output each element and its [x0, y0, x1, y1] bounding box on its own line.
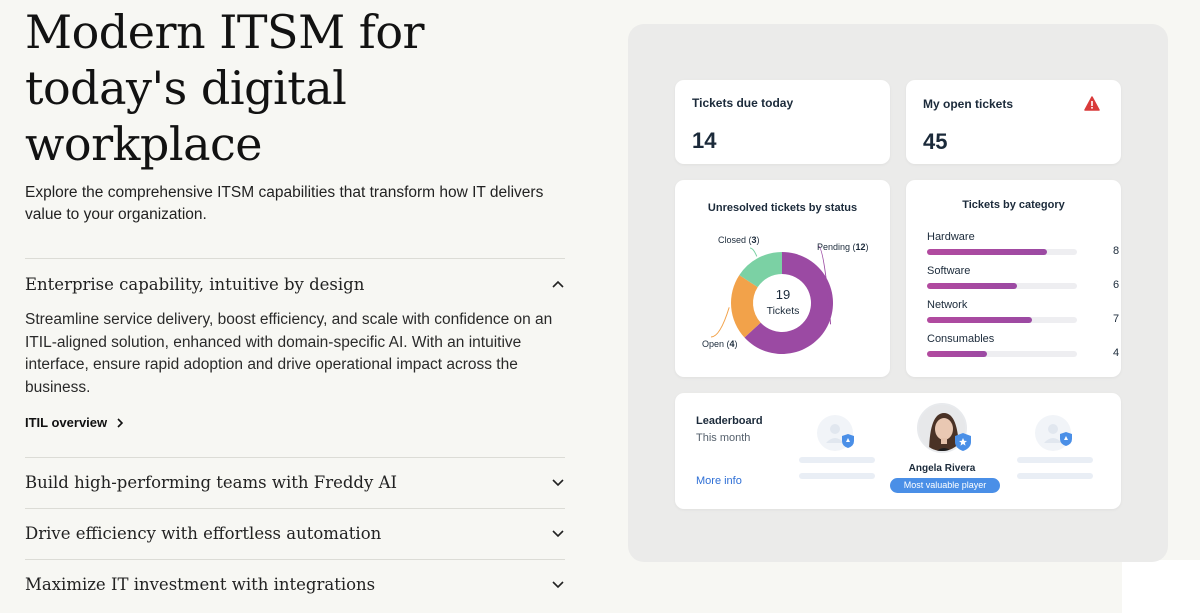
leaderboard-card: Leaderboard This month More info Angela …: [675, 393, 1121, 509]
segment-label-open: Open (4): [702, 339, 738, 349]
title-line: workplace: [25, 117, 263, 171]
accordion-item: Enterprise capability, intuitive by desi…: [25, 258, 565, 457]
category-bar: [927, 351, 987, 357]
accordion-header[interactable]: Drive efficiency with effortless automat…: [25, 509, 565, 559]
segment-name: Closed: [718, 235, 747, 245]
shield-icon: [842, 434, 854, 448]
category-name: Hardware: [927, 231, 975, 243]
placeholder-bar: [1017, 457, 1093, 463]
tickets-due-value: 14: [692, 128, 717, 153]
category-bar-track: [927, 351, 1077, 357]
category-value: 4: [1113, 347, 1120, 359]
chart-title: Tickets by category: [962, 199, 1065, 211]
segment-value: 12: [855, 242, 866, 252]
title-line: Modern ITSM for: [25, 5, 425, 59]
shield-icon: [1060, 432, 1072, 446]
category-name: Software: [927, 265, 971, 277]
dashboard-panel: Tickets due today 14 My open tickets 45 …: [628, 24, 1168, 562]
category-value: 8: [1113, 245, 1120, 257]
category-bar-track: [927, 317, 1077, 323]
page-edge: [1122, 560, 1200, 613]
category-name: Consumables: [927, 333, 995, 345]
category-chart-card: Tickets by category Hardware 8 Software …: [906, 180, 1121, 377]
leaderboard-title: Leaderboard: [696, 415, 763, 427]
category-bar: [927, 283, 1017, 289]
warning-icon: [1084, 96, 1100, 111]
chevron-down-icon[interactable]: [551, 527, 565, 541]
accordion-header[interactable]: Maximize IT investment with integrations: [25, 560, 565, 610]
donut-center-value: 19: [775, 287, 791, 302]
accordion-body: Streamline service delivery, boost effic…: [25, 309, 565, 457]
accordion-header[interactable]: Enterprise capability, intuitive by desi…: [25, 259, 565, 309]
donut-center-label: Tickets: [766, 305, 800, 317]
category-bar-track: [927, 283, 1077, 289]
category-bar: [927, 317, 1032, 323]
placeholder-bar: [799, 473, 875, 479]
leader-line-open: [710, 307, 730, 338]
category-value: 7: [1113, 313, 1120, 325]
category-row: Network 7: [927, 299, 1119, 325]
chevron-right-icon: [117, 418, 124, 428]
mvp-badge: Most valuable player: [890, 478, 1000, 493]
segment-label-closed: Closed (3): [718, 235, 760, 245]
category-row: Software 6: [927, 265, 1119, 291]
segment-label-pending: Pending (12): [817, 242, 869, 252]
accordion-description: Streamline service delivery, boost effic…: [25, 311, 553, 396]
title-line: today's digital: [25, 61, 347, 115]
leader-line-closed: [749, 247, 758, 257]
accordion-title: Enterprise capability, intuitive by desi…: [25, 274, 365, 294]
segment-value: 4: [729, 339, 735, 349]
accordion-item: Drive efficiency with effortless automat…: [25, 507, 565, 559]
chevron-down-icon[interactable]: [551, 476, 565, 490]
page-title: Modern ITSM for today's digital workplac…: [25, 4, 565, 172]
star-shield-icon: [955, 433, 971, 451]
link-label: ITIL overview: [25, 415, 108, 430]
accordion-item: Build high-performing teams with Freddy …: [25, 456, 565, 508]
itil-overview-link[interactable]: ITIL overview: [25, 412, 124, 435]
category-row: Hardware 8: [927, 231, 1119, 257]
category-name: Network: [927, 299, 968, 311]
tickets-due-card: Tickets due today 14: [675, 80, 890, 164]
accordion-title: Drive efficiency with effortless automat…: [25, 524, 382, 543]
accordion-title: Maximize IT investment with integrations: [25, 575, 376, 594]
content-column: Modern ITSM for today's digital workplac…: [25, 0, 565, 610]
open-tickets-card: My open tickets 45: [906, 80, 1121, 164]
winner-name: Angela Rivera: [908, 463, 976, 474]
card-label: My open tickets: [923, 97, 1014, 111]
chevron-up-icon[interactable]: [551, 277, 565, 291]
placeholder-bar: [799, 457, 875, 463]
card-label: Tickets due today: [692, 96, 794, 110]
segment-name: Pending: [817, 242, 851, 252]
status-chart-card: Unresolved tickets by status 19 Tickets …: [675, 180, 890, 377]
category-row: Consumables 4: [927, 333, 1119, 359]
open-tickets-value: 45: [923, 129, 948, 154]
category-bar: [927, 249, 1047, 255]
category-bar-track: [927, 249, 1077, 255]
more-info-link[interactable]: More info: [696, 475, 742, 487]
segment-name: Open: [702, 339, 725, 349]
accordion-title: Build high-performing teams with Freddy …: [25, 473, 397, 492]
chevron-down-icon[interactable]: [551, 578, 565, 592]
segment-value: 3: [751, 235, 757, 245]
category-value: 6: [1113, 279, 1120, 291]
accordion-item: Maximize IT investment with integrations: [25, 558, 565, 610]
placeholder-bar: [1017, 473, 1093, 479]
leaderboard-period: This month: [696, 432, 751, 444]
accordion-header[interactable]: Build high-performing teams with Freddy …: [25, 458, 565, 508]
page-subtitle: Explore the comprehensive ITSM capabilit…: [25, 184, 544, 223]
